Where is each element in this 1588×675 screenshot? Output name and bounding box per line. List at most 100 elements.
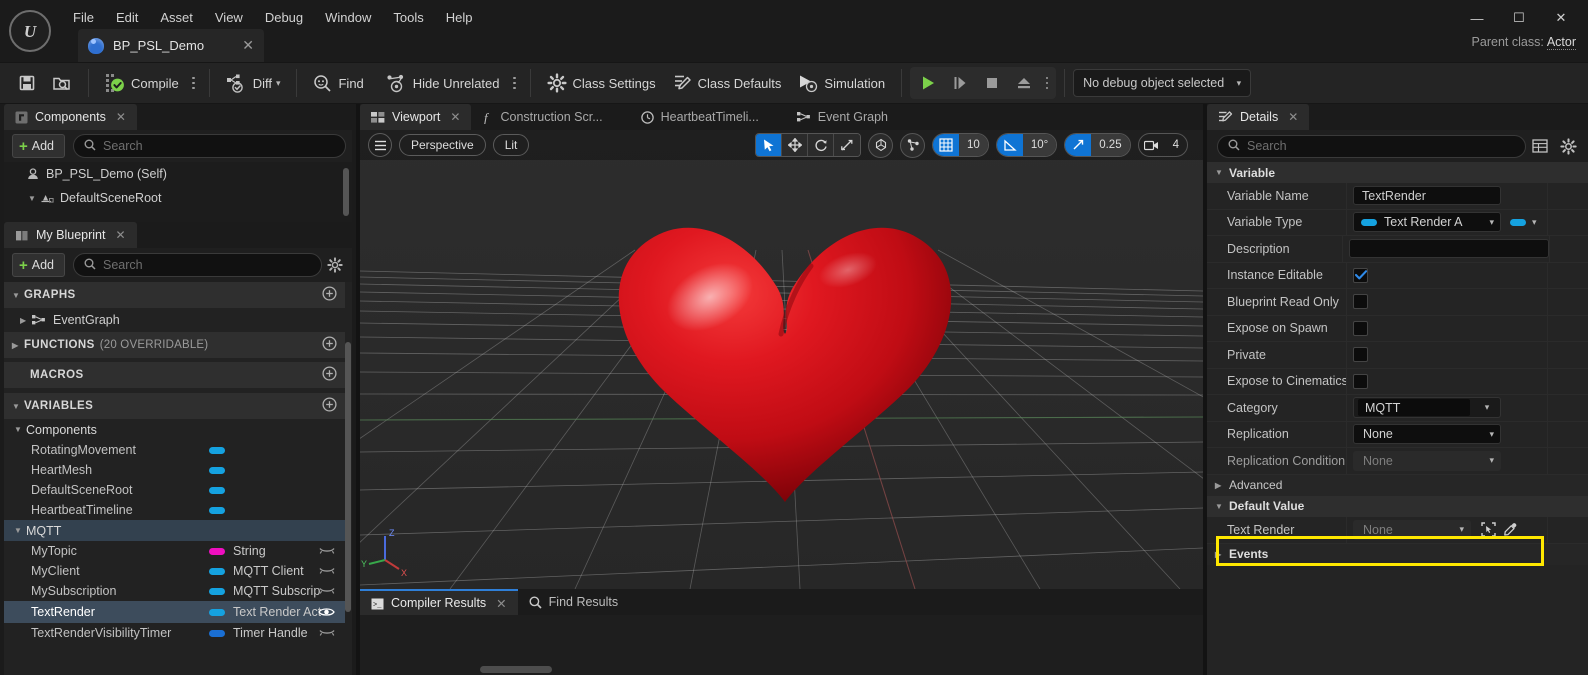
variable-row-textrender[interactable]: TextRender Text Render Act — [4, 601, 345, 623]
move-tool-button[interactable] — [782, 134, 809, 156]
horizontal-scrollbar[interactable] — [480, 666, 552, 673]
menu-file[interactable]: File — [62, 7, 105, 28]
section-macros[interactable]: MACROS — [4, 362, 345, 388]
blueprint-read-only-checkbox[interactable] — [1353, 294, 1368, 310]
menu-view[interactable]: View — [204, 7, 254, 28]
scale-tool-button[interactable] — [834, 134, 861, 156]
viewport-perspective-button[interactable]: Perspective — [399, 134, 486, 156]
grid-snap-value[interactable]: 10 — [959, 134, 988, 156]
visibility-toggle[interactable] — [319, 587, 335, 596]
viewport-viewmode-button[interactable]: Lit — [492, 134, 530, 156]
components-search-input[interactable]: Search — [73, 134, 346, 158]
private-checkbox[interactable] — [1353, 347, 1368, 363]
tab-heartbeat-timeline[interactable]: HeartbeatTimeli... — [630, 104, 770, 130]
grid-snap-toggle[interactable] — [933, 134, 960, 156]
camera-speed-value[interactable]: 4 — [1165, 134, 1187, 156]
compile-button[interactable]: Compile — [97, 66, 187, 100]
chevron-down-icon[interactable]: ▾ — [1474, 402, 1500, 413]
variable-row[interactable]: DefaultSceneRoot — [4, 480, 345, 500]
expander-icon[interactable]: ▼ — [1215, 502, 1229, 511]
replication-select[interactable]: None ▾ — [1353, 424, 1501, 445]
details-settings-button[interactable] — [1554, 133, 1582, 159]
browse-to-asset-button[interactable] — [1477, 520, 1499, 540]
variable-row[interactable]: RotatingMovement — [4, 440, 345, 460]
stop-button[interactable] — [976, 68, 1008, 98]
section-functions[interactable]: ▶ FUNCTIONS (20 OVERRIDABLE) — [4, 332, 345, 358]
visibility-toggle[interactable] — [318, 606, 335, 618]
add-graph-button[interactable] — [322, 286, 337, 304]
simulation-button[interactable]: Simulation — [789, 66, 893, 100]
expose-on-spawn-checkbox[interactable] — [1353, 320, 1368, 336]
details-section-advanced[interactable]: ▶ Advanced — [1207, 474, 1588, 496]
description-input[interactable] — [1348, 239, 1549, 259]
unreal-logo-icon[interactable]: U — [9, 10, 51, 52]
surface-snap-button[interactable] — [900, 132, 926, 158]
text-render-object-select[interactable]: None ▾ — [1353, 519, 1471, 540]
compile-options-button[interactable] — [187, 68, 201, 98]
components-add-button[interactable]: + Add — [12, 134, 66, 158]
var-category-components[interactable]: ▼ Components — [4, 419, 345, 440]
variable-row[interactable]: TextRenderVisibilityTimer Timer Handle — [4, 623, 345, 643]
eject-button[interactable] — [1008, 68, 1040, 98]
tab-components[interactable]: Components ✕ — [4, 104, 137, 130]
rotate-tool-button[interactable] — [808, 134, 835, 156]
expander-icon[interactable]: ▼ — [12, 402, 24, 411]
hide-unrelated-options-button[interactable] — [508, 68, 522, 98]
variable-row[interactable]: HeartbeatTimeline — [4, 500, 345, 520]
expose-to-cinematics-checkbox[interactable] — [1353, 373, 1368, 389]
expander-icon[interactable]: ▶ — [12, 341, 24, 350]
scale-snap-toggle[interactable] — [1065, 134, 1092, 156]
play-options-button[interactable] — [1040, 68, 1054, 98]
details-column-layout-button[interactable] — [1526, 133, 1554, 159]
my-blueprint-scrollbar[interactable] — [345, 342, 351, 612]
add-macro-button[interactable] — [322, 366, 337, 384]
menu-help[interactable]: Help — [435, 7, 484, 28]
variable-row[interactable]: MyClient MQTT Client — [4, 561, 345, 581]
section-variables[interactable]: ▼ VARIABLES — [4, 393, 345, 419]
my-blueprint-add-button[interactable]: + Add — [12, 253, 66, 277]
tab-find-results[interactable]: Find Results — [518, 589, 629, 615]
browse-button[interactable] — [44, 66, 80, 100]
variable-row[interactable]: HeartMesh — [4, 460, 345, 480]
components-scrollbar[interactable] — [343, 168, 349, 216]
close-icon[interactable]: ✕ — [242, 37, 254, 54]
variable-name-input[interactable]: TextRender — [1353, 186, 1501, 206]
tab-event-graph[interactable]: Event Graph — [786, 104, 899, 130]
tab-my-blueprint[interactable]: My Blueprint ✕ — [4, 222, 137, 248]
add-variable-button[interactable] — [322, 397, 337, 415]
pick-actor-button[interactable] — [1499, 520, 1521, 540]
tree-row[interactable]: BP_PSL_Demo (Self) — [4, 162, 352, 186]
expander-icon[interactable]: ▼ — [14, 425, 26, 434]
save-button[interactable] — [10, 66, 44, 100]
details-search-input[interactable]: Search — [1217, 134, 1526, 158]
tree-row[interactable]: ▼ DefaultSceneRoot — [4, 186, 352, 210]
my-blueprint-settings-button[interactable] — [322, 253, 348, 277]
parent-class-value[interactable]: Actor — [1546, 35, 1576, 50]
section-graphs[interactable]: ▼ GRAPHS — [4, 282, 345, 308]
visibility-toggle[interactable] — [319, 567, 335, 576]
variable-type-select[interactable]: Text Render A ▾ — [1353, 212, 1501, 233]
my-blueprint-search-input[interactable]: Search — [73, 253, 322, 277]
menu-tools[interactable]: Tools — [382, 7, 434, 28]
maximize-button[interactable]: ☐ — [1498, 5, 1540, 31]
coordinate-space-button[interactable] — [868, 132, 894, 158]
select-tool-button[interactable] — [756, 134, 783, 156]
class-settings-button[interactable]: Class Settings — [539, 66, 664, 100]
close-icon[interactable]: ✕ — [116, 110, 126, 124]
close-icon[interactable]: ✕ — [496, 596, 506, 611]
tab-details[interactable]: Details ✕ — [1207, 104, 1310, 130]
hide-unrelated-button[interactable]: Hide Unrelated — [378, 66, 508, 100]
expander-icon[interactable]: ▼ — [28, 194, 40, 203]
tab-viewport[interactable]: Viewport ✕ — [360, 104, 472, 130]
scale-snap-value[interactable]: 0.25 — [1091, 134, 1130, 156]
details-section-variable[interactable]: ▼ Variable — [1207, 162, 1588, 183]
class-defaults-button[interactable]: Class Defaults — [664, 66, 790, 100]
close-icon[interactable]: ✕ — [115, 228, 125, 242]
viewport-menu-button[interactable] — [368, 133, 392, 157]
rotation-snap-value[interactable]: 10° — [1022, 134, 1057, 156]
expander-icon[interactable]: ▼ — [14, 526, 26, 535]
visibility-toggle[interactable] — [319, 629, 335, 638]
expander-icon[interactable]: ▼ — [12, 291, 24, 300]
expander-icon[interactable]: ▶ — [1215, 550, 1229, 559]
details-section-default-value[interactable]: ▼ Default Value — [1207, 495, 1588, 517]
